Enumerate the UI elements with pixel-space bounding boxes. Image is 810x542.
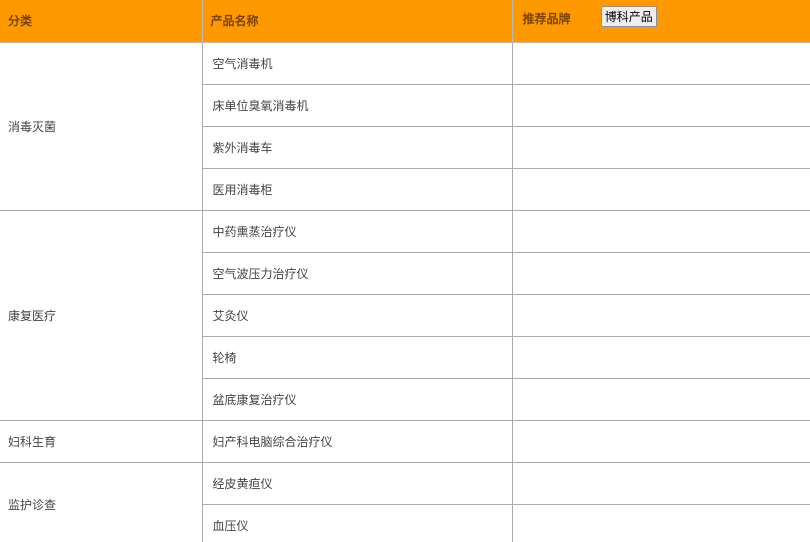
header-category: 分类 <box>0 0 203 43</box>
product-name-cell: 空气波压力治疗仪 <box>202 252 513 295</box>
table-row: 消毒灭菌 空气消毒机 <box>0 42 810 211</box>
brand-cell <box>512 252 810 295</box>
brand-cell <box>512 126 810 169</box>
brand-cell <box>512 294 810 337</box>
product-name-cell: 血压仪 <box>202 504 513 542</box>
table-row: 监护诊查 经皮黄疸仪 <box>0 462 810 542</box>
product-name-cell: 经皮黄疸仪 <box>202 462 513 505</box>
brand-cell <box>512 168 810 211</box>
brand-cell <box>512 84 810 127</box>
product-table: 分类 产品名称 推荐品牌 博科产品 消毒灭菌 空气消毒机 床单位臭氧消毒机 紫外… <box>0 0 810 542</box>
product-name-cell: 中药熏蒸治疗仪 <box>202 210 513 253</box>
product-name-cell: 床单位臭氧消毒机 <box>202 84 513 127</box>
product-name-cell: 妇产科电脑综合治疗仪 <box>202 420 513 463</box>
category-cell: 妇科生育 <box>0 420 203 463</box>
category-cell: 康复医疗 <box>0 210 203 421</box>
header-brand-label: 推荐品牌 <box>522 11 571 26</box>
product-name-cell: 紫外消毒车 <box>202 126 513 169</box>
table-row: 康复医疗 中药熏蒸治疗仪 <box>0 210 810 421</box>
product-name-cell: 轮椅 <box>202 336 513 379</box>
brand-cell <box>512 420 810 463</box>
product-name-cell: 艾灸仪 <box>202 294 513 337</box>
brand-cell <box>512 336 810 379</box>
brand-cell <box>512 378 810 421</box>
header-brand: 推荐品牌 博科产品 <box>512 0 810 43</box>
product-name-cell: 空气消毒机 <box>202 42 513 85</box>
brand-cell <box>512 504 810 542</box>
brand-cell <box>512 42 810 85</box>
category-cell: 消毒灭菌 <box>0 42 203 211</box>
brand-products-button[interactable]: 博科产品 <box>600 5 657 27</box>
category-cell: 监护诊查 <box>0 462 203 542</box>
product-table-container: 分类 产品名称 推荐品牌 博科产品 消毒灭菌 空气消毒机 床单位臭氧消毒机 紫外… <box>0 0 810 542</box>
table-header-row: 分类 产品名称 推荐品牌 博科产品 <box>0 0 810 43</box>
table-row: 妇科生育 妇产科电脑综合治疗仪 <box>0 420 810 463</box>
product-name-cell: 医用消毒柜 <box>202 168 513 211</box>
product-name-cell: 盆底康复治疗仪 <box>202 378 513 421</box>
header-product-name: 产品名称 <box>202 0 513 43</box>
brand-cell <box>512 210 810 253</box>
brand-cell <box>512 462 810 505</box>
